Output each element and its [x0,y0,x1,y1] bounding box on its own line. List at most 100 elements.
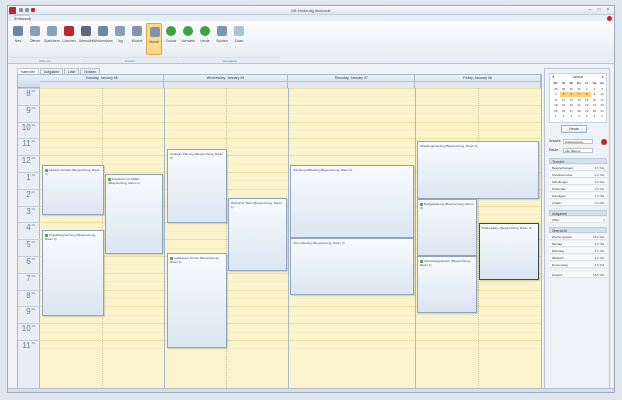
mini-calendar-day[interactable]: 9 [591,92,599,97]
mini-calendar-day[interactable]: 11 [552,98,560,103]
mini-calendar-day[interactable]: 1 [552,114,560,119]
ribbon-button[interactable]: Speichern [44,23,60,55]
room-field: Raum Alle Räume [549,147,607,154]
summary-row[interactable]: Woche gesamt 18,5 Std. [549,234,607,240]
appointment[interactable]: Kundentermin Müller (Besprechung, Raum 2… [105,174,163,254]
summary-row[interactable]: Montag 4,0 Std. [549,241,607,247]
summary-row[interactable]: Telefonate 0,5 Std. [549,186,607,192]
ribbon-button[interactable]: Suchen [214,23,230,55]
mini-calendar-day[interactable]: 13 [567,98,575,103]
appointment[interactable]: Strategie Planung (Besprechung, Raum 3) [167,149,227,223]
mini-calendar-day[interactable]: 25 [552,109,560,114]
appointment[interactable]: Lieferanten Termin (Besprechung, Raum 4) [167,253,227,348]
mini-calendar-day[interactable]: 24 [598,103,606,108]
mini-calendar-day[interactable]: 7 [575,92,583,97]
close-icon[interactable]: × [604,7,612,14]
ribbon-button[interactable]: Löschen [61,23,77,55]
mini-calendar-day[interactable]: 3 [567,114,575,119]
appointment[interactable]: Team Meeting (Besprechung, Raum 2) [290,238,414,295]
ribbon-button[interactable]: Wochenplan [93,23,113,55]
ribbon-button[interactable]: Woche [129,23,145,55]
ribbon-button[interactable]: Monat [146,23,162,55]
appointment[interactable]: Präsentation (Besprechung, Raum 4) [479,223,539,280]
maximize-icon[interactable]: □ [595,7,603,14]
ribbon-button[interactable]: Neu [10,23,26,55]
ribbon-button[interactable]: Tag [112,23,128,55]
mini-calendar-day[interactable]: 1 [583,87,591,92]
summary-row[interactable]: Mittwoch 3,0 Std. [549,255,607,261]
mini-calendar-day[interactable]: 31 [598,109,606,114]
summary-row[interactable]: Sonstiges 1,0 Std. [549,193,607,199]
section-header[interactable]: Termine [549,158,607,164]
mini-calendar[interactable]: ◂ Januar ▸ Mo Di Mi Do Fr Sa So 28 29 30 31 1 2 3 4 5 6 7… [549,73,607,123]
all-day-slot[interactable] [164,81,288,88]
section-header[interactable]: Übersicht [549,227,607,233]
mini-calendar-day[interactable]: 18 [552,103,560,108]
ribbon-button[interactable]: Heute [197,23,213,55]
today-button[interactable]: Heute [561,125,587,133]
mini-calendar-day[interactable]: 16 [591,98,599,103]
refresh-icon[interactable] [601,139,607,145]
summary-row[interactable]: Offen 4 [549,217,607,223]
mini-calendar-day[interactable]: 5 [559,92,568,97]
summary-row[interactable]: Schulungen 1,5 Std. [549,179,607,185]
mini-calendar-day[interactable]: 27 [567,109,575,114]
week-calendar[interactable]: Tuesday, January 05 Wednesday, January 0… [17,74,542,389]
mini-calendar-day[interactable]: 4 [575,114,583,119]
mini-calendar-day[interactable]: 8 [582,92,591,97]
mini-calendar-day[interactable]: 22 [583,103,591,108]
appointment[interactable]: Budgetplanung (Besprechung, Raum 3) [417,199,477,256]
mini-calendar-day[interactable]: 5 [583,114,591,119]
ribbon-button[interactable]: Zoom [231,23,247,55]
appointment[interactable]: Projektbesprechung (Besprechung, Raum 2) [42,230,104,316]
mini-calendar-day[interactable]: 4 [552,92,560,97]
section-header[interactable]: Aufgaben [549,210,607,216]
mini-calendar-day[interactable]: 2 [591,87,599,92]
mini-calendar-day[interactable]: 29 [583,109,591,114]
mini-calendar-day[interactable]: 6 [591,114,599,119]
mini-calendar-day[interactable]: 7 [598,114,606,119]
summary-row[interactable]: Dienstag 5,5 Std. [549,248,607,254]
hour-label: 1200 [18,155,40,172]
mini-calendar-day[interactable]: 3 [598,87,606,92]
mini-calendar-day[interactable]: 26 [560,109,568,114]
mini-calendar-day[interactable]: 29 [560,87,568,92]
appointment[interactable]: Schulung Marketing (Besprechung, Raum 1) [290,165,414,238]
mini-calendar-day[interactable]: 28 [575,109,583,114]
view-select[interactable]: Arbeitswoche [563,139,593,144]
ribbon-button[interactable]: Zurück [163,23,179,55]
all-day-slot[interactable] [288,81,415,88]
ribbon-button[interactable]: Öffnen [27,23,43,55]
summary-row[interactable]: Kundentermine 2,0 Std. [549,172,607,178]
mini-calendar-day[interactable]: 15 [583,98,591,103]
next-month-icon[interactable]: ▸ [602,74,604,80]
mini-calendar-day[interactable]: 6 [567,92,576,97]
all-day-slot[interactable] [415,81,541,88]
appointment[interactable]: Workshop Team (Besprechung, Raum 1) [228,198,287,271]
mini-calendar-day[interactable]: 10 [598,92,606,97]
all-day-slot[interactable] [40,81,164,88]
mini-calendar-day[interactable]: 14 [575,98,583,103]
summary-row[interactable]: Donnerstag 6,0 Std. [549,262,607,268]
mini-calendar-day[interactable]: 17 [598,98,606,103]
summary-row[interactable]: Urlaub 0,0 Std. [549,200,607,206]
mini-calendar-day[interactable]: 12 [560,98,568,103]
mini-calendar-day[interactable]: 21 [575,103,583,108]
ribbon-button[interactable]: Vorwärts [180,23,196,55]
mini-calendar-day[interactable]: 20 [567,103,575,108]
summary-row[interactable]: Gesamt 18,5 Std. [549,272,607,278]
appointment[interactable]: Meeting Vertrieb (Besprechung, Raum 1) [42,165,104,215]
mini-calendar-day[interactable]: 2 [560,114,568,119]
appointment[interactable]: Abschlussgespräch (Besprechung, Raum 1) [417,256,477,313]
mini-calendar-day[interactable]: 30 [567,87,575,92]
minimize-icon[interactable]: – [586,7,594,14]
mini-calendar-day[interactable]: 23 [591,103,599,108]
mini-calendar-day[interactable]: 28 [552,87,560,92]
mini-calendar-day[interactable]: 30 [591,109,599,114]
summary-row[interactable]: Besprechungen 3,5 Std. [549,165,607,171]
mini-calendar-day[interactable]: 19 [560,103,568,108]
ribbon-button[interactable]: Übersicht [78,23,94,55]
room-select[interactable]: Alle Räume [563,148,593,153]
mini-calendar-day[interactable]: 31 [575,87,583,92]
appointment[interactable]: Abteilungsmeeting (Besprechung, Raum 2) [417,141,539,199]
